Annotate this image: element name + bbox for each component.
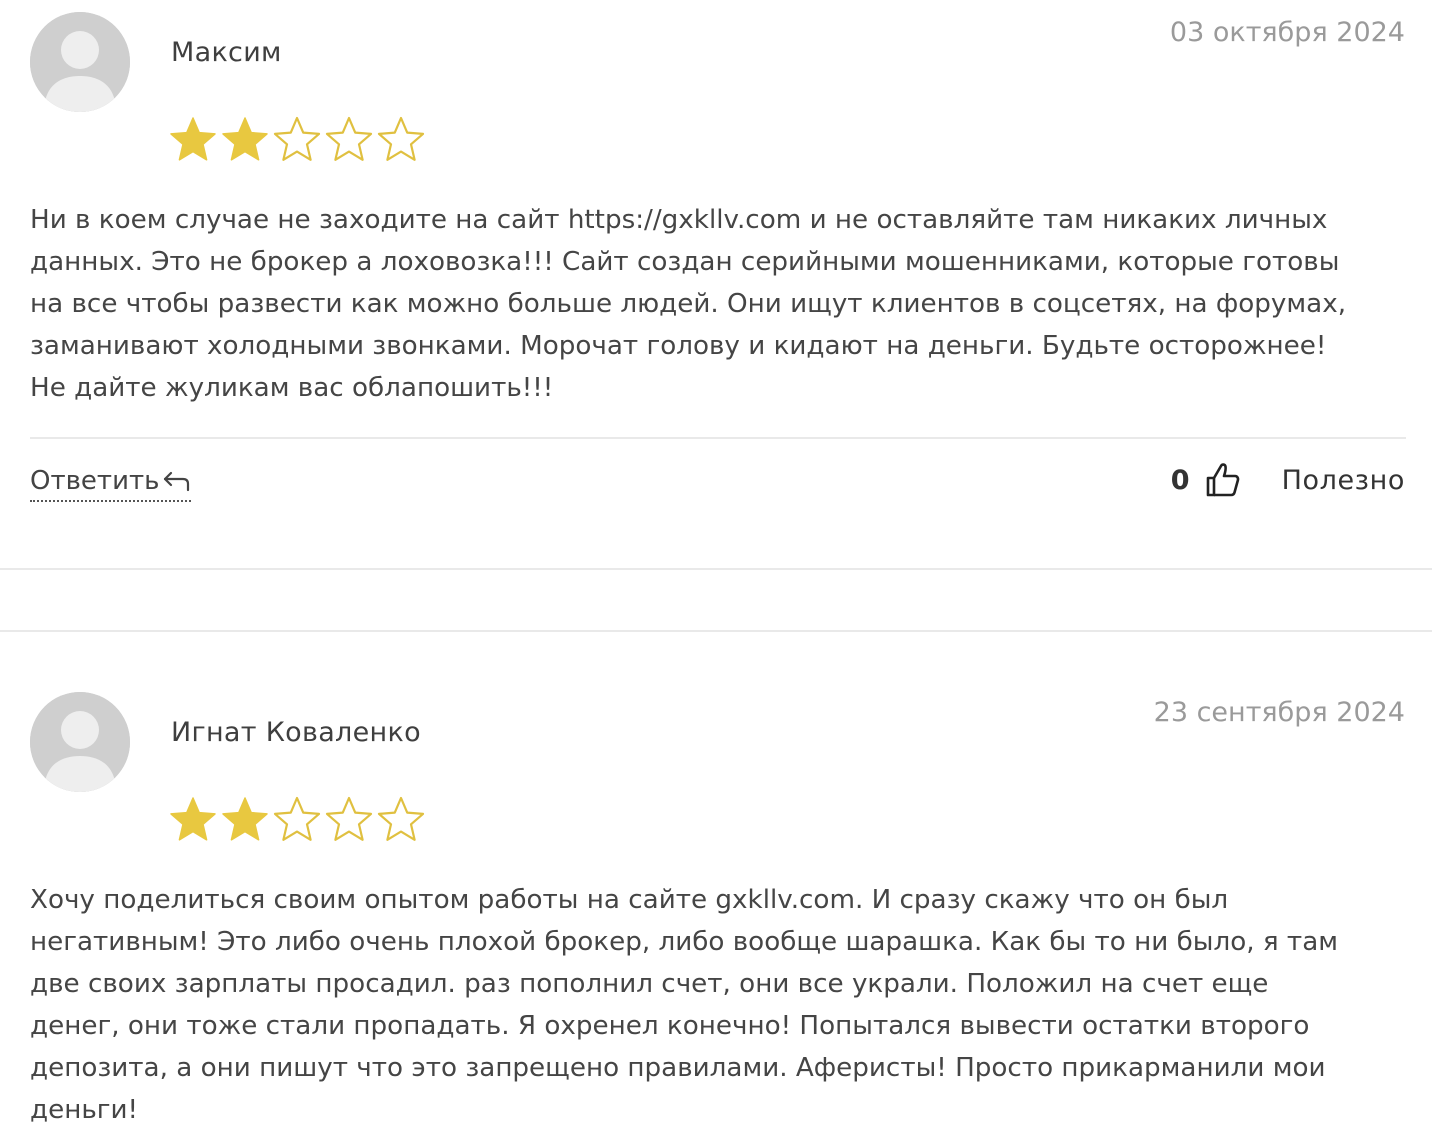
star-filled-icon bbox=[222, 117, 268, 161]
review-separator bbox=[0, 630, 1432, 632]
star-rating bbox=[168, 795, 426, 843]
review-date: 23 сентября 2024 bbox=[1153, 697, 1405, 728]
review-text-line: на все чтобы развести как можно больше л… bbox=[30, 289, 1347, 319]
user-silhouette-icon bbox=[30, 12, 130, 112]
review-card: Игнат Коваленко 23 сентября 2024 Хочу по… bbox=[0, 680, 1432, 1140]
star-filled-icon bbox=[222, 797, 268, 841]
useful-label: Полезно bbox=[1281, 464, 1405, 496]
avatar bbox=[30, 12, 130, 112]
user-silhouette-icon bbox=[30, 692, 130, 792]
review-text-line: Не дайте жуликам вас облапошить!!! bbox=[30, 373, 554, 403]
review-author: Игнат Коваленко bbox=[171, 717, 421, 748]
star-filled-icon bbox=[170, 117, 216, 161]
review-text-line: депозита, а они пишут что это запрещено … bbox=[30, 1053, 1326, 1083]
star-outline-icon bbox=[273, 116, 321, 161]
review-text-line: Хочу поделиться своим опытом работы на с… bbox=[30, 885, 1229, 915]
star-outline-icon bbox=[273, 796, 321, 841]
star-outline-icon bbox=[377, 796, 425, 841]
review-footer-divider bbox=[30, 437, 1406, 439]
thumbs-up-icon[interactable] bbox=[1206, 462, 1240, 498]
review-text: Ни в коем случае не заходите на сайт htt… bbox=[30, 199, 1415, 409]
star-outline-icon bbox=[325, 796, 373, 841]
review-separator bbox=[0, 568, 1432, 570]
star-rating bbox=[168, 115, 426, 163]
review-text-line: негативным! Это либо очень плохой брокер… bbox=[30, 927, 1338, 957]
useful-count: 0 bbox=[1170, 464, 1190, 496]
useful-vote: 0 Полезно bbox=[1171, 462, 1405, 498]
review-text-line: заманивают холодными звонками. Морочат г… bbox=[30, 331, 1327, 361]
review-text-line: Ни в коем случае не заходите на сайт htt… bbox=[30, 205, 1328, 235]
review-card: Максим 03 октября 2024 Ни в коем случае … bbox=[0, 0, 1432, 570]
reply-arrow-icon bbox=[164, 471, 190, 492]
avatar bbox=[30, 692, 130, 792]
review-author: Максим bbox=[171, 37, 282, 68]
review-text: Хочу поделиться своим опытом работы на с… bbox=[30, 879, 1415, 1131]
star-outline-icon bbox=[377, 116, 425, 161]
review-text-line: деньги! bbox=[30, 1095, 139, 1125]
reply-button[interactable]: Ответить bbox=[30, 466, 192, 502]
reply-label: Ответить bbox=[30, 466, 160, 496]
review-text-line: две своих зарплаты просадил. раз пополни… bbox=[30, 969, 1269, 999]
review-text-line: денег, они тоже стали пропадать. Я охрен… bbox=[30, 1011, 1310, 1041]
review-text-line: данных. Это не брокер а лоховозка!!! Сай… bbox=[30, 247, 1340, 277]
review-date: 03 октября 2024 bbox=[1169, 17, 1405, 48]
star-filled-icon bbox=[170, 797, 216, 841]
star-outline-icon bbox=[325, 116, 373, 161]
